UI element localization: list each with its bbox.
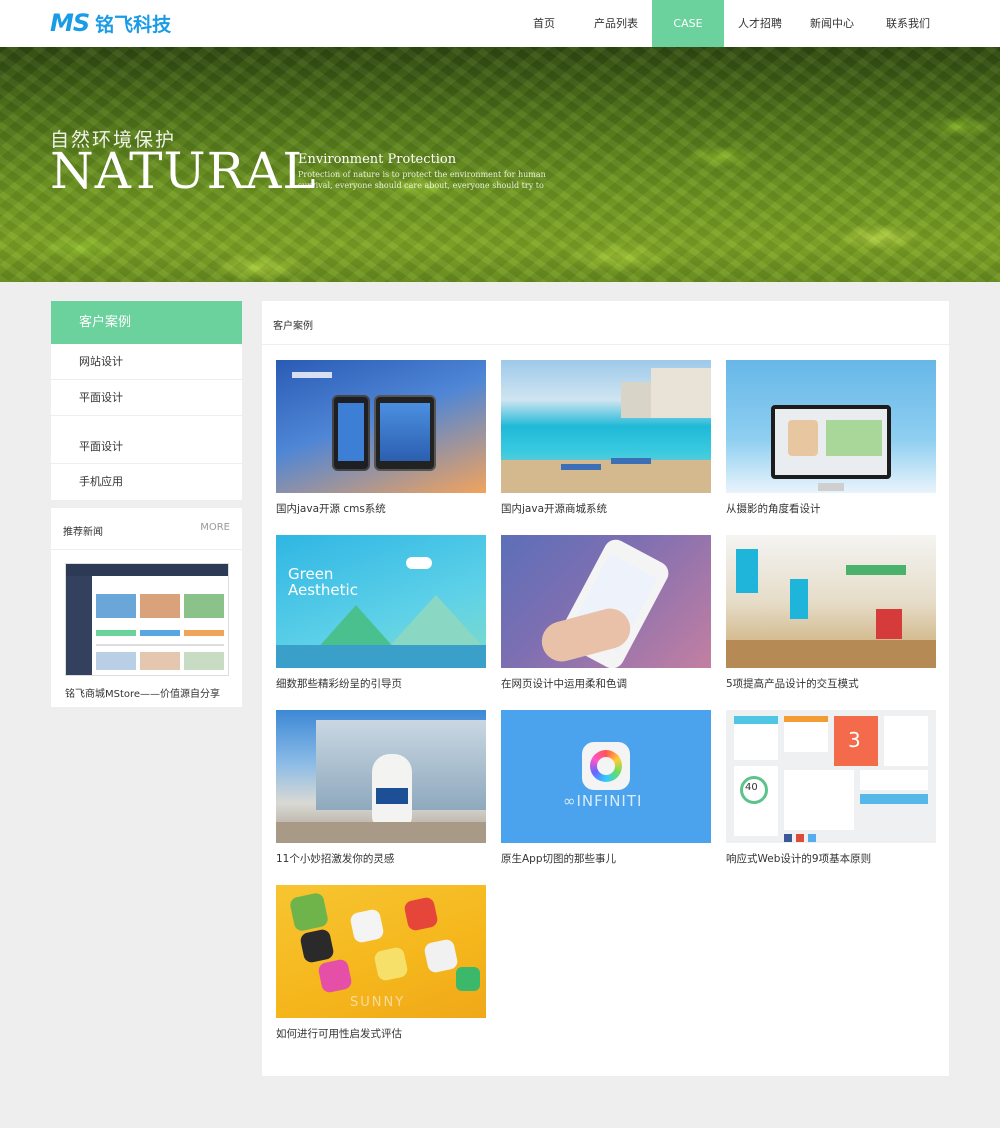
- case-caption: 国内java开源商城系统: [501, 503, 607, 515]
- case-panel-header: 客户案例: [262, 301, 949, 345]
- case-card[interactable]: 5项提高产品设计的交互模式: [726, 535, 936, 691]
- banner-description: Protection of nature is to protect the e…: [298, 170, 546, 190]
- case-thumbnail-infiniti: ∞INFINITI: [501, 710, 711, 843]
- nav-case[interactable]: CASE: [652, 0, 724, 47]
- case-caption: 响应式Web设计的9项基本原则: [726, 853, 872, 865]
- nav-jobs[interactable]: 人才招聘: [724, 0, 796, 47]
- thumb-text-infiniti: ∞INFINITI: [563, 792, 643, 810]
- main-nav: 首页 产品列表 CASE 人才招聘 新闻中心 联系我们: [508, 0, 948, 47]
- case-thumbnail-ui-kit: 3 40: [726, 710, 936, 843]
- case-thumbnail-green-aesthetic: Green Aesthetic: [276, 535, 486, 668]
- case-thumbnail-phones: [276, 360, 486, 493]
- nav-home[interactable]: 首页: [508, 0, 580, 47]
- case-card[interactable]: Green Aesthetic 细数那些精彩纷呈的引导页: [276, 535, 486, 691]
- logo-text: 铭飞科技: [95, 13, 172, 36]
- case-card[interactable]: 从摄影的角度看设计: [726, 360, 936, 516]
- case-thumbnail-town: [726, 535, 936, 668]
- thumb-stat: 40: [745, 782, 758, 793]
- hero-banner: 自然环境保护 NATURAL Environment Protection Pr…: [0, 47, 1000, 282]
- sidebar-item-mobile-app[interactable]: 手机应用: [51, 464, 242, 500]
- nav-news[interactable]: 新闻中心: [796, 0, 868, 47]
- news-title: 推荐新闻: [63, 527, 103, 538]
- sidebar-heading: 客户案例: [51, 301, 242, 344]
- case-caption: 细数那些精彩纷呈的引导页: [276, 678, 402, 690]
- banner-subtitle: Environment Protection: [298, 152, 457, 167]
- case-card[interactable]: 11个小妙招激发你的灵感: [276, 710, 486, 866]
- case-thumbnail-pool: [501, 360, 711, 493]
- nav-products[interactable]: 产品列表: [580, 0, 652, 47]
- case-caption: 国内java开源 cms系统: [276, 503, 386, 515]
- case-thumbnail-imac: [726, 360, 936, 493]
- banner-big-title: NATURAL: [50, 142, 317, 200]
- thumb-number: 3: [848, 728, 861, 752]
- case-thumbnail-sunny: SUNNY: [276, 885, 486, 1018]
- nav-contact[interactable]: 联系我们: [868, 0, 948, 47]
- case-caption: 11个小妙招激发你的灵感: [276, 853, 395, 865]
- sidebar-menu: 网站设计 平面设计 平面设计 手机应用: [51, 344, 242, 500]
- sidebar-item-graphic-design-2[interactable]: 平面设计: [51, 416, 242, 464]
- case-card[interactable]: 国内java开源商城系统: [501, 360, 711, 516]
- case-caption: 从摄影的角度看设计: [726, 503, 821, 515]
- sidebar-item-graphic-design[interactable]: 平面设计: [51, 380, 242, 416]
- sidebar-item-web-design[interactable]: 网站设计: [51, 344, 242, 380]
- site-header: MS 铭飞科技 首页 产品列表 CASE 人才招聘 新闻中心 联系我们: [0, 0, 1000, 47]
- sidebar: 客户案例 网站设计 平面设计 平面设计 手机应用 推荐新闻 MORE 铭飞商城M…: [51, 301, 242, 707]
- case-card[interactable]: 国内java开源 cms系统: [276, 360, 486, 516]
- news-caption[interactable]: 铭飞商城MStore——价值源自分享: [65, 685, 220, 700]
- case-caption: 在网页设计中运用柔和色调: [501, 678, 627, 690]
- recommended-news: 推荐新闻 MORE 铭飞商城MStore——价值源自分享: [51, 508, 242, 707]
- news-thumbnail[interactable]: [65, 563, 229, 676]
- case-caption: 如何进行可用性启发式评估: [276, 1028, 402, 1040]
- logo[interactable]: MS 铭飞科技: [50, 8, 171, 38]
- case-caption: 5项提高产品设计的交互模式: [726, 678, 859, 690]
- case-card[interactable]: ∞INFINITI 原生App切图的那些事儿: [501, 710, 711, 866]
- case-caption: 原生App切图的那些事儿: [501, 853, 617, 865]
- news-more-link[interactable]: MORE: [200, 522, 230, 533]
- logo-mark: MS: [50, 9, 90, 37]
- case-card[interactable]: 在网页设计中运用柔和色调: [501, 535, 711, 691]
- case-card[interactable]: SUNNY 如何进行可用性启发式评估: [276, 885, 486, 1041]
- case-card[interactable]: 3 40 响应式Web设计的9项基本原则: [726, 710, 936, 866]
- thumb-text-sunny: SUNNY: [350, 995, 406, 1010]
- case-thumbnail-bear: [276, 710, 486, 843]
- case-thumbnail-hand-phone: [501, 535, 711, 668]
- case-panel-title: 客户案例: [273, 321, 313, 332]
- news-header: 推荐新闻 MORE: [51, 508, 242, 550]
- thumb-text-aesthetic: Aesthetic: [288, 581, 358, 599]
- case-panel: 客户案例 国内java开源 cms系统 国内java开源商城系统 从摄影的角度看…: [262, 301, 949, 1076]
